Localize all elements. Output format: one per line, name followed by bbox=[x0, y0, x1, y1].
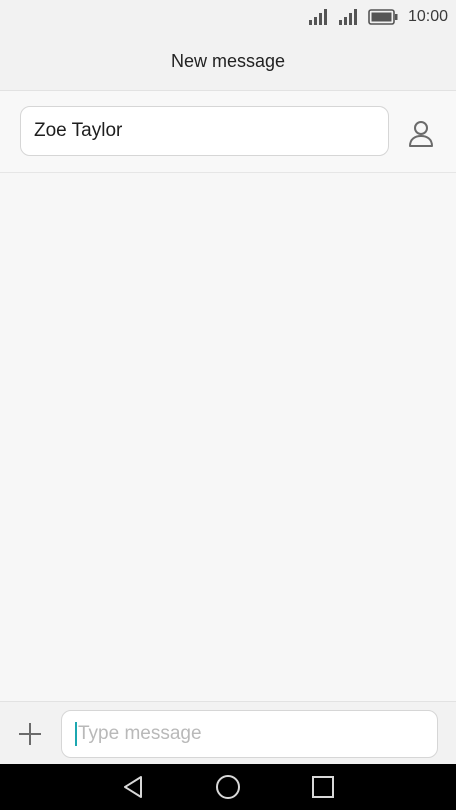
title-bar: New message bbox=[0, 33, 456, 91]
person-icon bbox=[409, 121, 433, 147]
recipient-field[interactable]: Zoe Taylor bbox=[20, 106, 389, 156]
plus-icon bbox=[19, 723, 41, 745]
text-cursor bbox=[75, 722, 77, 746]
status-time: 10:00 bbox=[407, 7, 448, 25]
compose-bar bbox=[0, 701, 456, 764]
recents-icon bbox=[312, 776, 335, 798]
status-bar: 10:00 bbox=[0, 0, 456, 33]
contact-picker-button[interactable] bbox=[404, 117, 438, 151]
signal-icon bbox=[338, 8, 357, 25]
attach-button[interactable] bbox=[14, 718, 46, 750]
recipient-name: Zoe Taylor bbox=[34, 120, 123, 141]
back-button[interactable] bbox=[113, 767, 153, 807]
recents-button[interactable] bbox=[303, 767, 343, 807]
conversation-area bbox=[0, 173, 456, 701]
battery-icon bbox=[368, 8, 398, 25]
navigation-bar bbox=[0, 764, 456, 810]
home-button[interactable] bbox=[208, 767, 248, 807]
signal-icon bbox=[308, 8, 327, 25]
recipient-area: Zoe Taylor bbox=[0, 91, 456, 173]
back-icon bbox=[123, 776, 142, 798]
home-icon bbox=[215, 775, 240, 799]
page-title: New message bbox=[170, 51, 286, 71]
message-input[interactable] bbox=[61, 710, 438, 758]
